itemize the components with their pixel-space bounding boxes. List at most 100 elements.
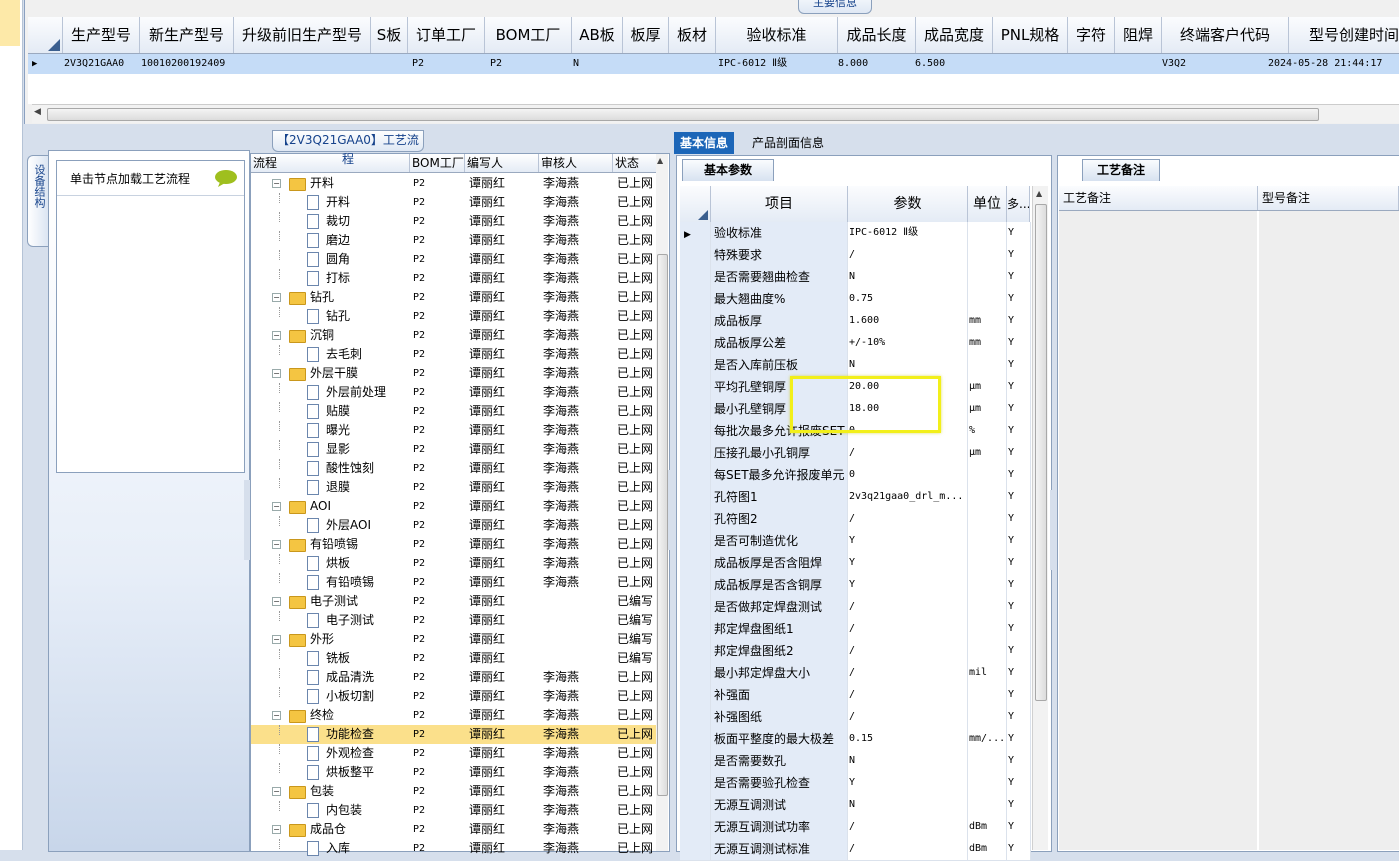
col-order-factory[interactable]: 订单工厂 [408, 17, 485, 53]
tab-product-section[interactable]: 产品剖面信息 [746, 132, 830, 154]
scroll-up-icon[interactable]: ▲ [657, 156, 663, 165]
params-vscrollbar[interactable]: ▲ [1032, 186, 1048, 850]
process-reviewer[interactable]: 李海燕 [543, 668, 609, 687]
device-structure-tab[interactable]: 设备结构 [27, 155, 48, 247]
process-name[interactable]: 开料 [326, 193, 407, 212]
col-unit[interactable]: 单位 [968, 186, 1007, 222]
col-material[interactable]: 板材 [669, 17, 716, 53]
param-value[interactable]: / [847, 508, 968, 530]
process-reviewer[interactable] [543, 649, 609, 668]
process-name[interactable]: 外层干膜 [310, 364, 407, 383]
collapse-icon[interactable]: − [272, 597, 281, 606]
param-required[interactable]: Y [1006, 508, 1031, 530]
param-unit[interactable]: mm [967, 332, 1007, 354]
param-required[interactable]: Y [1006, 618, 1031, 640]
param-required[interactable]: Y [1006, 310, 1031, 332]
process-status[interactable]: 已上网 [617, 459, 653, 478]
process-row[interactable]: 外层前处理 P2 谭丽红 李海燕 已上网 [251, 383, 656, 402]
param-required[interactable]: Y [1006, 266, 1031, 288]
process-bom[interactable]: P2 [413, 782, 461, 801]
process-status[interactable]: 已上网 [617, 269, 653, 288]
param-required[interactable]: Y [1006, 750, 1031, 772]
cell-model[interactable]: 2V3Q21GAA0 [64, 54, 138, 74]
process-status[interactable]: 已上网 [617, 687, 653, 706]
process-status[interactable]: 已上网 [617, 801, 653, 820]
process-status[interactable]: 已上网 [617, 782, 653, 801]
row-indicator[interactable] [680, 508, 711, 530]
row-indicator[interactable] [680, 266, 711, 288]
param-unit[interactable]: dBm [967, 816, 1007, 838]
process-bom[interactable]: P2 [413, 535, 461, 554]
process-writer[interactable]: 谭丽红 [469, 725, 535, 744]
process-name[interactable]: 有铅喷锡 [310, 535, 407, 554]
row-indicator[interactable]: ▶ [680, 222, 711, 244]
process-bom[interactable]: P2 [413, 421, 461, 440]
process-bom[interactable]: P2 [413, 231, 461, 250]
process-writer[interactable]: 谭丽红 [469, 839, 535, 858]
model-note-body[interactable] [1259, 211, 1399, 850]
param-value[interactable]: 1.600 [847, 310, 968, 332]
process-row[interactable]: − 沉铜 P2 谭丽红 李海燕 已上网 [251, 326, 656, 345]
process-status[interactable]: 已上网 [617, 839, 653, 858]
process-status[interactable]: 已上网 [617, 820, 653, 839]
process-reviewer[interactable]: 李海燕 [543, 402, 609, 421]
row-indicator[interactable] [680, 794, 711, 816]
process-row[interactable]: 去毛刺 P2 谭丽红 李海燕 已上网 [251, 345, 656, 364]
param-unit[interactable] [967, 640, 1007, 662]
process-name[interactable]: 打标 [326, 269, 407, 288]
col-width[interactable]: 成品宽度 [916, 17, 993, 53]
process-bom[interactable]: P2 [413, 516, 461, 535]
process-writer[interactable]: 谭丽红 [469, 554, 535, 573]
process-reviewer[interactable]: 李海燕 [543, 573, 609, 592]
process-reviewer[interactable]: 李海燕 [543, 307, 609, 326]
process-name[interactable]: 开料 [310, 174, 407, 193]
process-bom[interactable]: P2 [413, 820, 461, 839]
collapse-icon[interactable]: − [272, 331, 281, 340]
process-bom[interactable]: P2 [413, 345, 461, 364]
process-name[interactable]: 显影 [326, 440, 407, 459]
param-row[interactable]: 成品板厚 1.600 mm Y [680, 310, 1031, 333]
param-value[interactable]: / [847, 706, 968, 728]
process-status[interactable]: 已上网 [617, 421, 653, 440]
process-writer[interactable]: 谭丽红 [469, 174, 535, 193]
process-writer[interactable]: 谭丽红 [469, 231, 535, 250]
process-name[interactable]: 外观检查 [326, 744, 407, 763]
process-row[interactable]: − 外形 P2 谭丽红 已编写 [251, 630, 656, 649]
param-row[interactable]: 成品板厚是否含铜厚 Y Y [680, 574, 1031, 597]
cell-bom-factory[interactable]: P2 [490, 54, 550, 74]
param-required[interactable]: Y [1006, 244, 1031, 266]
process-writer[interactable]: 谭丽红 [469, 516, 535, 535]
process-status[interactable]: 已上网 [617, 402, 653, 421]
param-value[interactable]: 0.75 [847, 288, 968, 310]
process-row[interactable]: 钻孔 P2 谭丽红 李海燕 已上网 [251, 307, 656, 326]
process-writer[interactable]: 谭丽红 [469, 402, 535, 421]
process-reviewer[interactable]: 李海燕 [543, 687, 609, 706]
process-name[interactable]: 入库 [326, 839, 407, 858]
param-value[interactable]: N [847, 750, 968, 772]
process-writer[interactable]: 谭丽红 [469, 459, 535, 478]
process-bom[interactable]: P2 [413, 440, 461, 459]
process-status[interactable]: 已编写 [617, 611, 653, 630]
row-indicator[interactable] [680, 332, 711, 354]
process-writer[interactable]: 谭丽红 [469, 744, 535, 763]
process-status[interactable]: 已上网 [617, 478, 653, 497]
param-value[interactable]: N [847, 354, 968, 376]
col-created[interactable]: 型号创建时间 [1289, 17, 1399, 53]
process-name[interactable]: 电子测试 [326, 611, 407, 630]
param-unit[interactable] [967, 706, 1007, 728]
process-status[interactable]: 已上网 [617, 573, 653, 592]
process-bom[interactable]: P2 [413, 212, 461, 231]
param-unit[interactable] [967, 486, 1007, 508]
cell-standard[interactable]: IPC-6012 Ⅱ级 [718, 54, 828, 74]
process-row[interactable]: 外层AOI P2 谭丽红 李海燕 已上网 [251, 516, 656, 535]
col-customer[interactable]: 终端客户代码 [1162, 17, 1289, 53]
param-required[interactable]: Y [1006, 376, 1031, 398]
cell-width[interactable]: 6.500 [915, 54, 985, 74]
process-reviewer[interactable]: 李海燕 [543, 288, 609, 307]
process-reviewer[interactable]: 李海燕 [543, 250, 609, 269]
process-row[interactable]: 显影 P2 谭丽红 李海燕 已上网 [251, 440, 656, 459]
process-bom[interactable]: P2 [413, 326, 461, 345]
param-row[interactable]: 压接孔最小孔铜厚 / μm Y [680, 442, 1031, 465]
process-name[interactable]: 沉铜 [310, 326, 407, 345]
process-row[interactable]: − AOI P2 谭丽红 李海燕 已上网 [251, 497, 656, 516]
